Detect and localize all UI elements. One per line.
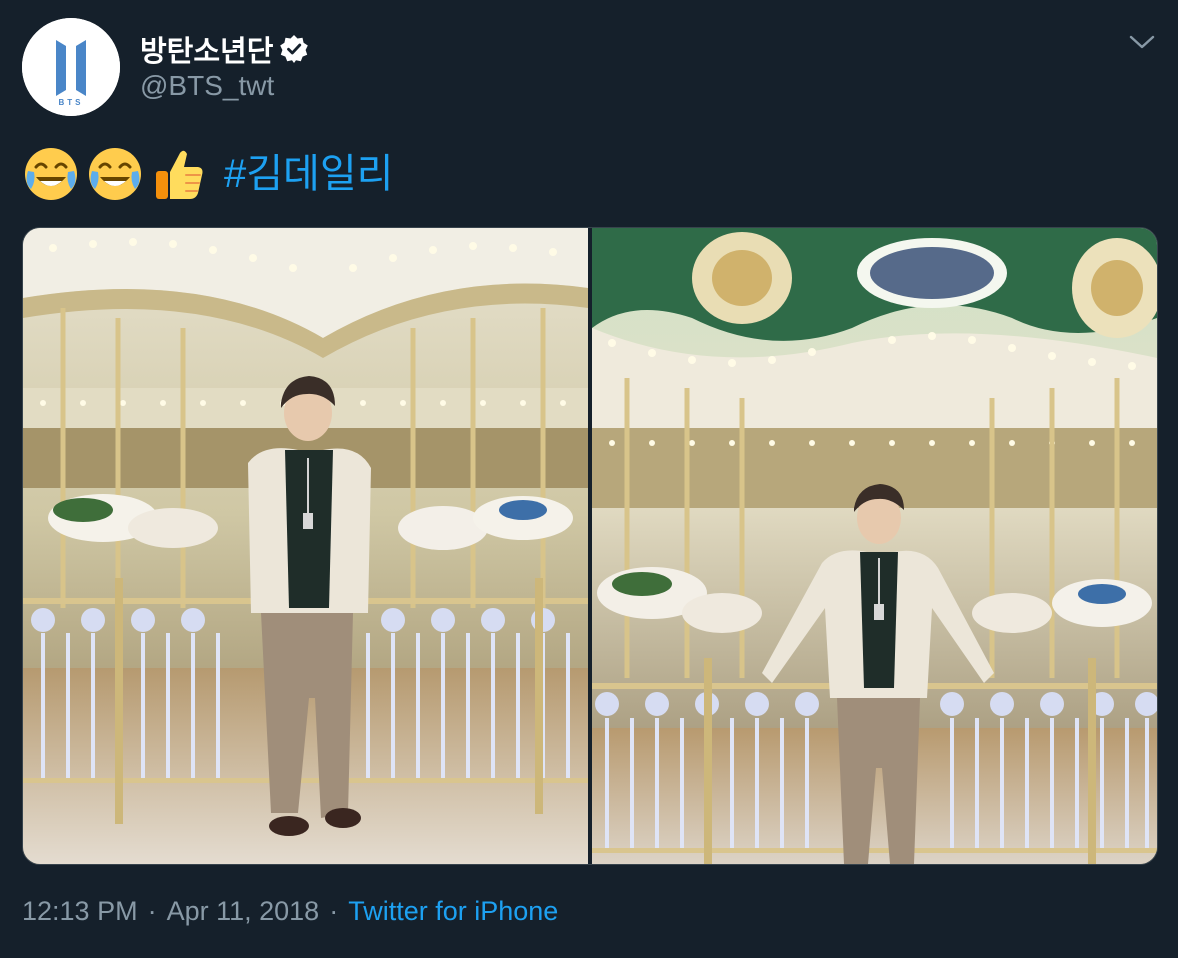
- hashtag-link[interactable]: #김데일리: [224, 154, 393, 194]
- verified-badge-icon: [279, 34, 309, 64]
- carousel-photo-image: [23, 228, 588, 864]
- tweet-text: #김데일리: [22, 144, 393, 204]
- photo-1[interactable]: [23, 228, 588, 864]
- avatar-text: BTS: [58, 98, 84, 107]
- tweet-time[interactable]: 12:13 PM: [22, 896, 138, 927]
- meta-separator: ·: [147, 896, 157, 926]
- display-name-text: 방탄소년단: [140, 36, 274, 68]
- tweet-meta: 12:13 PM · Apr 11, 2018 · Twitter for iP…: [22, 896, 558, 927]
- more-options-chevron-down-icon[interactable]: [1126, 26, 1158, 58]
- tweet: BTS 방탄소년단 @BTS_twt #김데일리 12:13 PM · Apr …: [0, 0, 1178, 958]
- media-grid: [22, 227, 1158, 865]
- meta-separator: ·: [329, 896, 339, 926]
- thumbs-up-icon: [150, 145, 208, 203]
- carousel-photo-image: [592, 228, 1157, 864]
- photo-2[interactable]: [592, 228, 1157, 864]
- face-with-tears-of-joy-icon: [22, 145, 80, 203]
- tweet-date[interactable]: Apr 11, 2018: [167, 896, 320, 927]
- avatar[interactable]: BTS: [22, 18, 120, 116]
- face-with-tears-of-joy-icon: [86, 145, 144, 203]
- tweet-source-link[interactable]: Twitter for iPhone: [348, 896, 558, 927]
- user-handle[interactable]: @BTS_twt: [140, 70, 274, 102]
- display-name[interactable]: 방탄소년단: [140, 28, 309, 70]
